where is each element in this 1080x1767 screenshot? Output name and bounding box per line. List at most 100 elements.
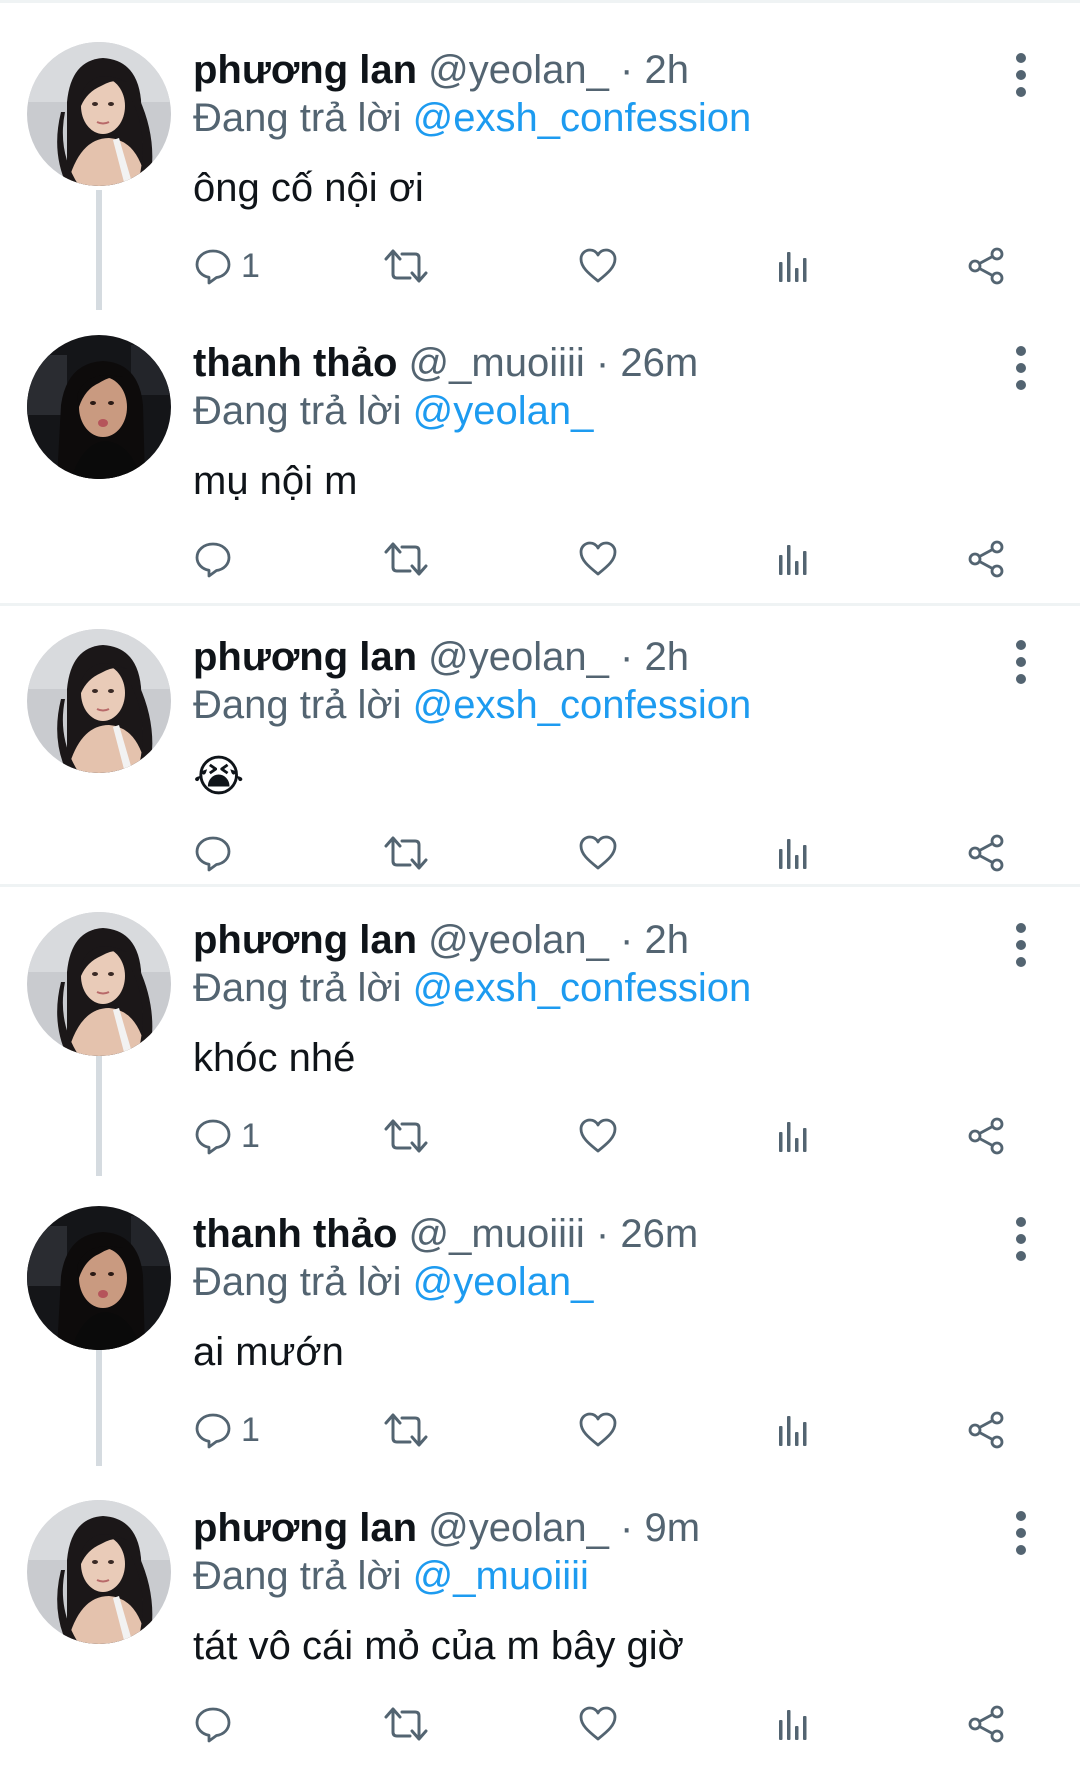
action-bar: 1 xyxy=(0,1404,1080,1456)
retweet-button[interactable] xyxy=(382,240,430,292)
heart-icon xyxy=(578,1410,618,1450)
display-name[interactable]: phương lan xyxy=(193,918,417,962)
reply-feed: phương lan @yeolan_ · 2h Đang trả lời @e… xyxy=(0,0,1080,1767)
reply-button[interactable] xyxy=(193,533,241,585)
vertical-dots-icon xyxy=(1006,637,1036,687)
share-icon xyxy=(966,833,1006,873)
display-name[interactable]: phương lan xyxy=(193,635,417,679)
tweet[interactable]: phương lan @yeolan_ · 2h Đang trả lời @e… xyxy=(0,587,1080,881)
user-handle[interactable]: @yeolan_ xyxy=(428,918,609,962)
views-button[interactable] xyxy=(773,1698,813,1750)
like-button[interactable] xyxy=(578,533,618,585)
display-name[interactable]: thanh thảo xyxy=(193,341,397,385)
views-button[interactable] xyxy=(773,1404,813,1456)
retweet-button[interactable] xyxy=(382,1404,430,1456)
tweet[interactable]: thanh thảo @_muoiiii · 26m Đang trả lời … xyxy=(0,293,1080,587)
mention-link[interactable]: @yeolan_ xyxy=(413,1260,594,1304)
avatar[interactable] xyxy=(27,335,171,479)
tweet-header: thanh thảo @_muoiiii · 26m xyxy=(193,1208,698,1260)
action-bar: 1 xyxy=(0,1110,1080,1162)
views-button[interactable] xyxy=(773,533,813,585)
separator-dot: · xyxy=(620,635,634,679)
heart-icon xyxy=(578,1116,618,1156)
tweet-text: tát vô cái mỏ của m bây giờ xyxy=(193,1624,684,1668)
retweet-icon xyxy=(382,1116,430,1156)
timestamp[interactable]: 2h xyxy=(644,918,689,962)
more-options-button[interactable] xyxy=(1006,1508,1036,1558)
like-button[interactable] xyxy=(578,240,618,292)
user-handle[interactable]: @_muoiiii xyxy=(409,1212,585,1256)
more-options-button[interactable] xyxy=(1006,50,1036,100)
avatar[interactable] xyxy=(27,629,171,773)
like-button[interactable] xyxy=(578,1698,618,1750)
reply-button[interactable]: 1 xyxy=(193,1110,260,1162)
replying-to: Đang trả lời @exsh_confession xyxy=(193,962,751,1014)
tweet-header: phương lan @yeolan_ · 2h xyxy=(193,914,689,966)
bar-chart-icon xyxy=(773,1410,813,1450)
like-button[interactable] xyxy=(578,1110,618,1162)
timestamp[interactable]: 26m xyxy=(620,1212,698,1256)
speech-bubble-icon xyxy=(193,1410,233,1450)
share-button[interactable] xyxy=(966,1698,1006,1750)
timestamp[interactable]: 9m xyxy=(644,1506,700,1550)
avatar[interactable] xyxy=(27,42,171,186)
share-button[interactable] xyxy=(966,1110,1006,1162)
mention-link[interactable]: @exsh_confession xyxy=(413,966,752,1010)
display-name[interactable]: phương lan xyxy=(193,1506,417,1550)
replying-to-label: Đang trả lời xyxy=(193,1554,402,1598)
share-icon xyxy=(966,1116,1006,1156)
views-button[interactable] xyxy=(773,240,813,292)
retweet-icon xyxy=(382,1410,430,1450)
more-options-button[interactable] xyxy=(1006,343,1036,393)
like-button[interactable] xyxy=(578,1404,618,1456)
replying-to-label: Đang trả lời xyxy=(193,96,402,140)
separator-dot: · xyxy=(595,1212,610,1256)
user-handle[interactable]: @yeolan_ xyxy=(428,1506,609,1550)
views-button[interactable] xyxy=(773,1110,813,1162)
reply-button[interactable]: 1 xyxy=(193,240,260,292)
mention-link[interactable]: @yeolan_ xyxy=(413,389,594,433)
more-options-button[interactable] xyxy=(1006,637,1036,687)
tweet[interactable]: phương lan @yeolan_ · 2h Đang trả lời @e… xyxy=(0,870,1080,1164)
replying-to-label: Đang trả lời xyxy=(193,683,402,727)
avatar[interactable] xyxy=(27,1500,171,1644)
more-options-button[interactable] xyxy=(1006,920,1036,970)
display-name[interactable]: thanh thảo xyxy=(193,1212,397,1256)
retweet-icon xyxy=(382,833,430,873)
reply-button[interactable] xyxy=(193,1698,241,1750)
speech-bubble-icon xyxy=(193,1704,233,1744)
tweet[interactable]: thanh thảo @_muoiiii · 26m Đang trả lời … xyxy=(0,1164,1080,1458)
user-handle[interactable]: @_muoiiii xyxy=(409,341,585,385)
timestamp[interactable]: 2h xyxy=(644,635,689,679)
retweet-button[interactable] xyxy=(382,1698,430,1750)
bar-chart-icon xyxy=(773,539,813,579)
user-handle[interactable]: @yeolan_ xyxy=(428,635,609,679)
timestamp[interactable]: 2h xyxy=(644,48,689,92)
mention-link[interactable]: @_muoiiii xyxy=(413,1554,589,1598)
user-handle[interactable]: @yeolan_ xyxy=(428,48,609,92)
speech-bubble-icon xyxy=(193,833,233,873)
avatar[interactable] xyxy=(27,912,171,1056)
replying-to: Đang trả lời @exsh_confession xyxy=(193,92,751,144)
display-name[interactable]: phương lan xyxy=(193,48,417,92)
avatar[interactable] xyxy=(27,1206,171,1350)
share-button[interactable] xyxy=(966,240,1006,292)
retweet-button[interactable] xyxy=(382,533,430,585)
mention-link[interactable]: @exsh_confession xyxy=(413,683,752,727)
tweet[interactable]: phương lan @yeolan_ · 9m Đang trả lời @_… xyxy=(0,1458,1080,1752)
tweet-header: phương lan @yeolan_ · 2h xyxy=(193,44,689,96)
replying-to-label: Đang trả lời xyxy=(193,389,402,433)
timestamp[interactable]: 26m xyxy=(620,341,698,385)
reply-button[interactable]: 1 xyxy=(193,1404,260,1456)
reply-count: 1 xyxy=(241,1410,260,1449)
retweet-button[interactable] xyxy=(382,1110,430,1162)
more-options-button[interactable] xyxy=(1006,1214,1036,1264)
share-button[interactable] xyxy=(966,1404,1006,1456)
mention-link[interactable]: @exsh_confession xyxy=(413,96,752,140)
tweet[interactable]: phương lan @yeolan_ · 2h Đang trả lời @e… xyxy=(0,0,1080,294)
replying-to: Đang trả lời @yeolan_ xyxy=(193,385,593,437)
replying-to-label: Đang trả lời xyxy=(193,1260,402,1304)
tweet-text: khóc nhé xyxy=(193,1036,356,1080)
vertical-dots-icon xyxy=(1006,920,1036,970)
share-button[interactable] xyxy=(966,533,1006,585)
